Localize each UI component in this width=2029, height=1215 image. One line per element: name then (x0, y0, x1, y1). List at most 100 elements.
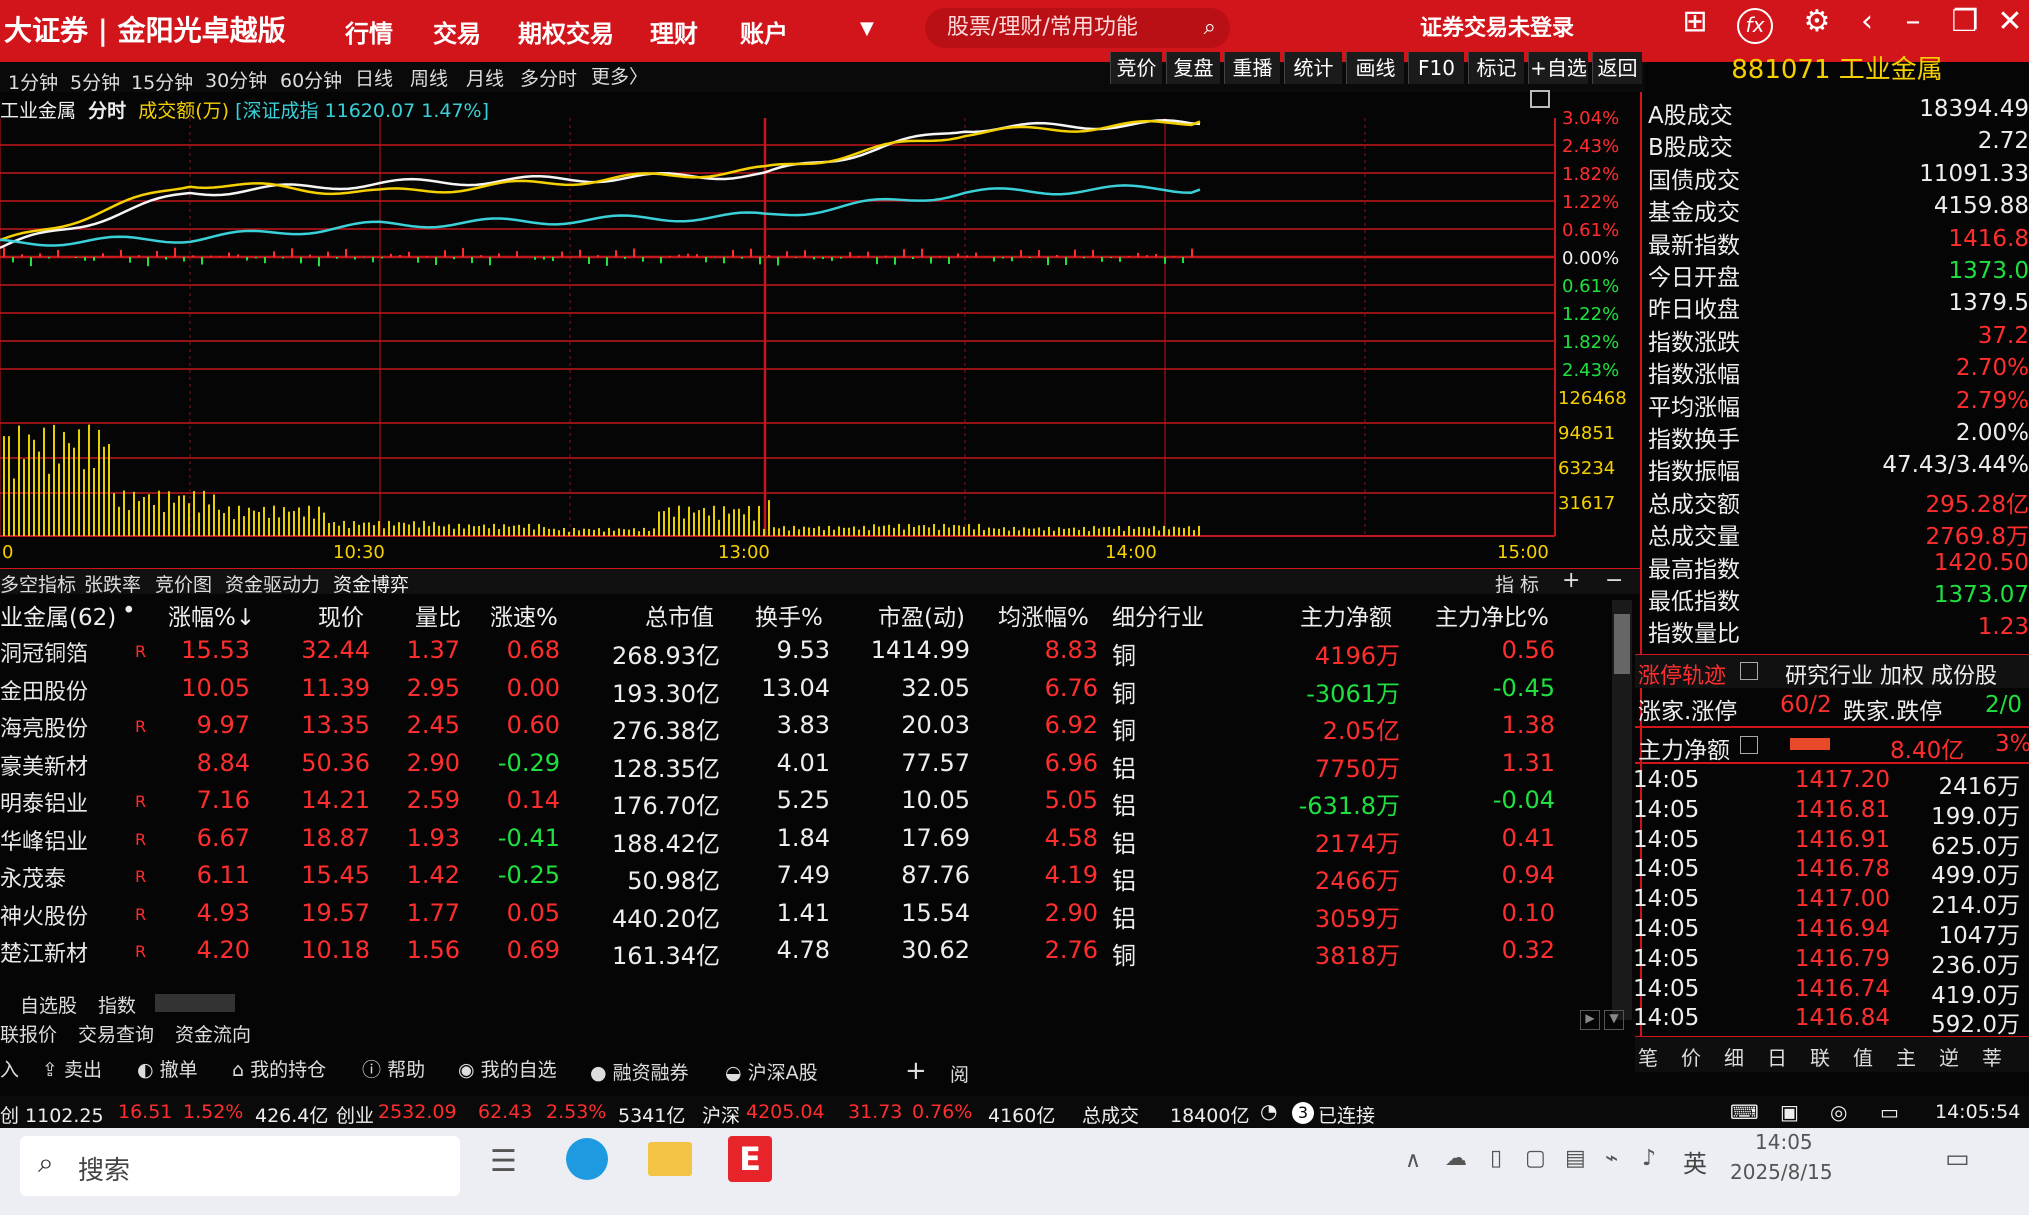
tick-tab[interactable]: 主 (1896, 1042, 1916, 1071)
stock-name[interactable]: 海亮股份 (0, 711, 120, 743)
restore-icon[interactable]: ❐ (1945, 4, 1985, 39)
stock-name[interactable]: 楚江新材 (0, 936, 120, 968)
menu-trade[interactable]: 交易 (433, 14, 481, 49)
col-speed[interactable]: 涨速% (490, 598, 558, 632)
taskbar-clock-date[interactable]: 2025/8/15 (1730, 1160, 1833, 1184)
intraday-chart[interactable] (0, 118, 1560, 568)
menu-dropdown-icon[interactable]: ▼ (860, 18, 874, 39)
col-industry[interactable]: 细分行业 (1112, 598, 1204, 632)
tool-replay[interactable]: 重播 (1224, 52, 1280, 84)
tick-tab[interactable]: 细 (1724, 1042, 1744, 1071)
minimize-icon[interactable]: – (1893, 4, 1933, 39)
col-volume-ratio[interactable]: 量比 (415, 598, 461, 632)
period-15min[interactable]: 15分钟 (131, 68, 193, 95)
menu-account[interactable]: 账户 (740, 14, 788, 49)
tick-tab[interactable]: 笔 (1638, 1042, 1658, 1071)
tool-f10[interactable]: F10 (1408, 52, 1464, 84)
chart-expand-icon[interactable] (1530, 90, 1550, 108)
tab-capital-game[interactable]: 资金博弈 (333, 570, 409, 597)
add-indicator-icon[interactable]: + (1562, 568, 1580, 593)
main-net-icon[interactable] (1740, 736, 1758, 754)
subtab-trade-query[interactable]: 交易查询 (78, 1020, 154, 1047)
col-pe[interactable]: 市盈(动) (878, 598, 965, 632)
tray-device-icon[interactable]: ▤ (1565, 1146, 1586, 1171)
add-tab-icon[interactable]: + (905, 1056, 927, 1086)
action-buy[interactable]: 入 (0, 1055, 19, 1082)
taskbar-clock-time[interactable]: 14:05 (1755, 1130, 1813, 1154)
stock-name[interactable]: 永茂泰 (0, 861, 120, 893)
period-day[interactable]: 日线 (355, 64, 393, 91)
menu-quotes[interactable]: 行情 (345, 14, 393, 49)
period-1min[interactable]: 1分钟 (8, 68, 58, 95)
action-positions[interactable]: ⌂ 我的持仓 (232, 1055, 326, 1082)
period-30min[interactable]: 30分钟 (205, 66, 267, 93)
back-icon[interactable]: ‹ (1847, 4, 1887, 39)
formula-icon[interactable]: fx (1737, 8, 1773, 44)
tool-auction[interactable]: 竞价 (1110, 52, 1162, 84)
tab-longshort[interactable]: 多空指标 (0, 570, 76, 597)
tab-index[interactable]: 指数 (98, 991, 136, 1018)
action-cancel[interactable]: ◐ 撤单 (137, 1055, 198, 1082)
tab-watchlist[interactable]: 自选股 (20, 991, 77, 1018)
col-market-cap[interactable]: 总市值 (645, 598, 714, 632)
stock-name[interactable]: 金田股份 (0, 674, 120, 706)
action-help[interactable]: ⓘ 帮助 (362, 1055, 425, 1082)
subtab-quote[interactable]: 联报价 (0, 1020, 57, 1047)
research-industry-tabs[interactable]: 研究行业 加权 成份股 (1785, 658, 1997, 690)
gear-icon[interactable]: ⚙ (1797, 4, 1837, 39)
tool-replay-review[interactable]: 复盘 (1166, 52, 1220, 84)
stock-name[interactable]: 神火股份 (0, 899, 120, 931)
period-month[interactable]: 月线 (466, 64, 504, 91)
search-input[interactable]: 股票/理财/常用功能 ⌕ (925, 8, 1230, 48)
remove-indicator-icon[interactable]: − (1605, 568, 1623, 593)
tab-updown-ratio[interactable]: 张跌率 (84, 570, 141, 597)
col-main-ratio[interactable]: 主力净比% (1435, 598, 1549, 632)
volume-icon[interactable]: ♪ (1642, 1146, 1656, 1171)
tray-app-icon[interactable]: ▢ (1525, 1146, 1546, 1171)
tick-tab[interactable]: 逆 (1939, 1042, 1959, 1071)
windows-icon[interactable]: ⊞ (1675, 4, 1715, 39)
sector-header[interactable]: 业金属(62) (0, 598, 116, 632)
screen-icon[interactable]: ▭ (1880, 1100, 1899, 1124)
tab-auction-chart[interactable]: 竞价图 (155, 570, 212, 597)
menu-finance[interactable]: 理财 (650, 14, 698, 49)
tick-tab[interactable]: 价 (1681, 1042, 1701, 1071)
page-next-icon[interactable]: ▼ (1604, 1010, 1624, 1030)
action-a-shares[interactable]: ◒ 沪深A股 (725, 1058, 818, 1085)
tool-stats[interactable]: 统计 (1284, 52, 1342, 84)
trade-login-status[interactable]: 证券交易未登录 (1420, 10, 1574, 42)
search-icon[interactable]: ⌕ (1204, 8, 1216, 48)
tray-chevron-icon[interactable]: ∧ (1405, 1148, 1421, 1173)
indicator-button[interactable]: 指 标 (1495, 570, 1539, 597)
stock-name[interactable]: 洞冠铜箔 (0, 636, 120, 668)
subtab-capital-flow[interactable]: 资金流向 (175, 1020, 251, 1047)
tick-tab[interactable]: 值 (1853, 1042, 1873, 1071)
tick-tab[interactable]: 日 (1767, 1042, 1787, 1071)
stock-name[interactable]: 华峰铝业 (0, 824, 120, 856)
taskbar-search-box[interactable]: ⌕ 搜索 (20, 1136, 460, 1196)
wifi-icon[interactable]: ⌁ (1605, 1146, 1618, 1171)
action-margin[interactable]: ● 融资融券 (590, 1058, 689, 1085)
action-my-watchlist[interactable]: ◉ 我的自选 (458, 1055, 557, 1082)
table-scrollbar[interactable] (1612, 600, 1632, 1020)
stock-name[interactable]: 豪美新材 (0, 749, 120, 781)
col-turnover[interactable]: 换手% (755, 598, 823, 632)
status-sound-icon[interactable]: ◔ (1260, 1099, 1277, 1123)
col-price[interactable]: 现价 (318, 598, 364, 632)
action-sell[interactable]: ⇪ 卖出 (42, 1055, 102, 1082)
battery-icon[interactable]: ▯ (1490, 1146, 1502, 1171)
ime-indicator[interactable]: 英 (1683, 1144, 1707, 1179)
period-60min[interactable]: 60分钟 (280, 66, 342, 93)
period-more[interactable]: 更多〉 (591, 62, 648, 89)
folder-icon[interactable] (648, 1142, 692, 1176)
broker-app-icon[interactable]: E (728, 1136, 772, 1182)
col-change[interactable]: 涨幅%↓ (168, 598, 255, 632)
period-week[interactable]: 周线 (410, 64, 448, 91)
tool-add-watchlist[interactable]: +自选 (1528, 52, 1588, 84)
tool-return[interactable]: 返回 (1592, 52, 1642, 84)
action-read[interactable]: 阅 (950, 1060, 969, 1087)
tick-tab[interactable]: 莘 (1982, 1042, 2002, 1071)
globe-icon[interactable]: ◎ (1830, 1100, 1847, 1124)
cloud-icon[interactable]: ☁ (1445, 1146, 1467, 1171)
close-icon[interactable]: ✕ (1990, 4, 2029, 39)
